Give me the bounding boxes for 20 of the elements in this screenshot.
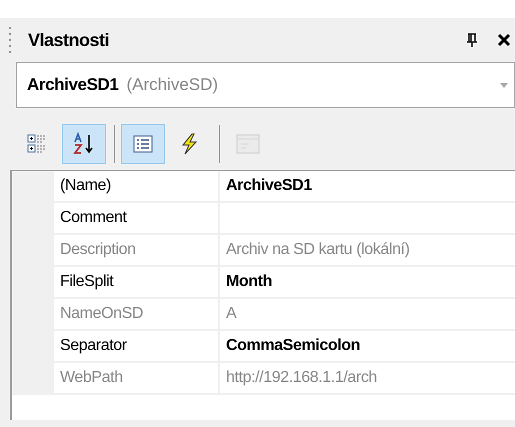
pin-icon[interactable]	[465, 32, 479, 48]
lightning-icon	[179, 133, 199, 155]
close-icon[interactable]	[497, 33, 511, 47]
property-name[interactable]: FileSplit	[54, 267, 218, 297]
object-name: ArchiveSD1	[27, 74, 118, 96]
property-name[interactable]: Comment	[54, 203, 218, 233]
property-value[interactable]: Month	[220, 267, 515, 297]
property-value[interactable]: ArchiveSD1	[220, 171, 515, 201]
dropdown-arrow-icon	[500, 82, 508, 88]
alphabetical-button[interactable]	[62, 124, 106, 164]
object-selector[interactable]: ArchiveSD1 (ArchiveSD)	[16, 62, 515, 108]
property-value[interactable]: CommaSemicolon	[220, 331, 515, 361]
window-icon	[236, 134, 260, 154]
properties-button[interactable]	[121, 124, 165, 164]
property-name[interactable]: (Name)	[54, 171, 218, 201]
grip-icon[interactable]	[8, 27, 12, 53]
panel-title: Vlastnosti	[28, 28, 110, 52]
property-list-icon	[133, 135, 153, 153]
property-name[interactable]: Separator	[54, 331, 218, 361]
object-type: (ArchiveSD)	[126, 74, 218, 96]
